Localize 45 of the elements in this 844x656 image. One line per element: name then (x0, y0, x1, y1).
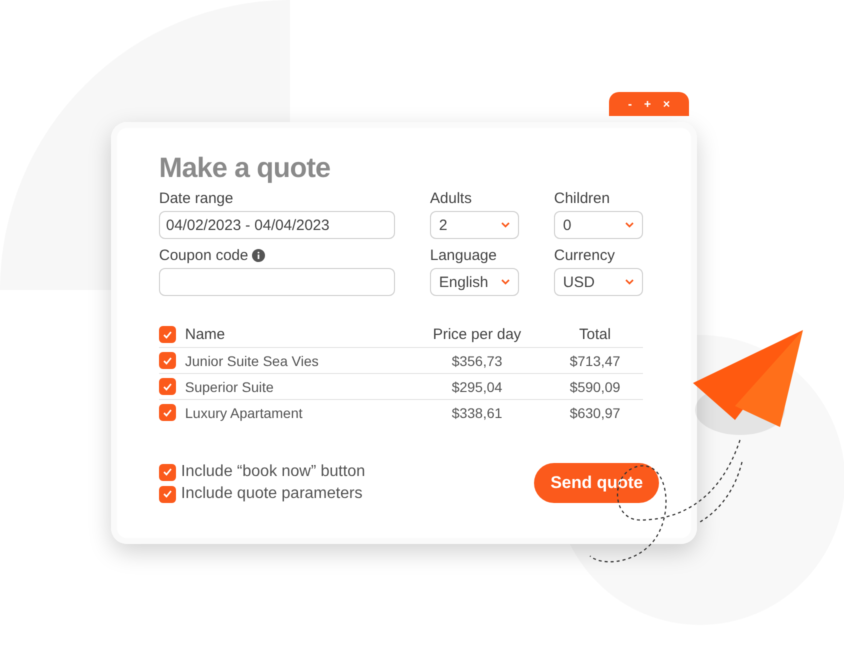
column-header: Price per day (432, 326, 522, 343)
caret-icon (501, 222, 510, 228)
checkbox[interactable] (159, 352, 176, 369)
field-label: Coupon code (159, 247, 248, 264)
checkmark-icon (163, 408, 172, 416)
checkmark-icon (163, 330, 172, 338)
input-field[interactable] (159, 268, 395, 296)
select-field[interactable]: USD (554, 268, 643, 296)
table-cell-text: $338,61 (450, 404, 504, 420)
table-cell-text: Junior Suite Sea Vies (185, 352, 320, 368)
table-cell-text: $713,47 (568, 352, 622, 368)
field-label: Language (430, 247, 497, 264)
table-cell-text: Superior Suite (185, 378, 275, 394)
checkmark-icon (163, 356, 172, 364)
field-label: Adults (430, 190, 472, 207)
checkbox[interactable] (159, 486, 176, 502)
table-cell-text: $590,09 (568, 378, 622, 394)
checkbox[interactable] (159, 378, 176, 395)
checkmark-icon (163, 382, 172, 390)
field-label: Date range (159, 190, 234, 207)
checkbox[interactable] (159, 464, 176, 480)
table-cell-text: Luxury Apartament (185, 404, 304, 420)
field-label: Currency (554, 247, 615, 264)
checkbox[interactable] (159, 404, 176, 421)
window-title: Make a quote (159, 152, 332, 184)
checkbox[interactable] (159, 326, 176, 343)
table-cell-text: $630,97 (568, 404, 622, 420)
paper-plane-icon (693, 330, 803, 435)
caret-icon (625, 279, 634, 285)
table-cell-text: $356,73 (450, 352, 504, 368)
caret-icon (501, 279, 510, 285)
field-label: Children (554, 190, 610, 207)
select-field[interactable]: 2 (430, 211, 519, 239)
column-header: Name (185, 326, 226, 343)
checkmark-icon (163, 468, 172, 476)
option-label: Include “book now” button (181, 463, 366, 481)
select-field[interactable]: 0 (554, 211, 643, 239)
table-cell-text: $295,04 (450, 378, 504, 394)
input-field[interactable]: 04/02/2023 - 04/04/2023 (159, 211, 395, 239)
column-header: Total (578, 326, 612, 343)
select-field[interactable]: English (430, 268, 519, 296)
info-icon (252, 249, 266, 262)
checkmark-icon (163, 490, 172, 498)
option-label: Include quote parameters (181, 485, 362, 503)
caret-icon (625, 222, 634, 228)
